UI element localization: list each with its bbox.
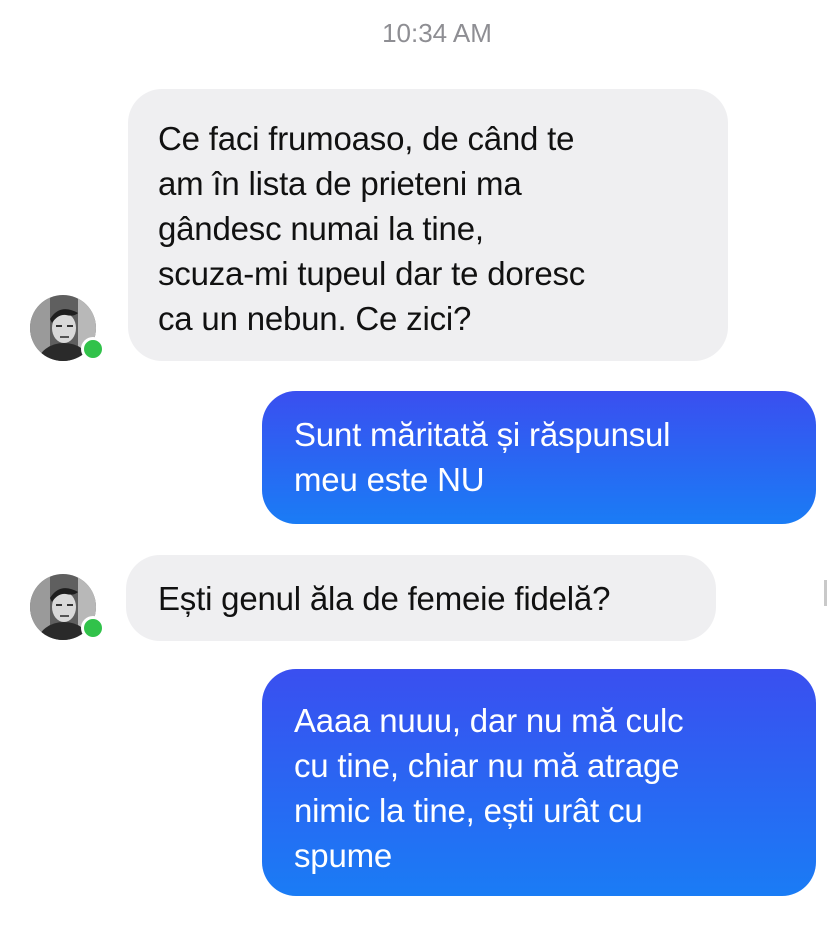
message-line: Ești genul ăla de femeie fidelă? xyxy=(158,580,611,617)
message-line: Aaaa nuuu, dar nu mă culc xyxy=(294,702,684,739)
online-status-icon xyxy=(81,337,105,361)
message-timestamp: 10:34 AM xyxy=(382,18,492,48)
message-line: spume xyxy=(294,837,393,874)
outgoing-message-bubble[interactable]: Aaaa nuuu, dar nu mă culc cu tine, chiar… xyxy=(262,669,816,896)
message-line: cu tine, chiar nu mă atrage xyxy=(294,747,680,784)
message-line: am în lista de prieteni ma xyxy=(158,165,522,202)
online-status-icon xyxy=(81,616,105,640)
message-line: Sunt măritată și răspunsul xyxy=(294,416,671,453)
message-line: ca un nebun. Ce zici? xyxy=(158,300,472,337)
outgoing-message-bubble[interactable]: Sunt măritată și răspunsul meu este NU xyxy=(262,391,816,524)
incoming-message-bubble[interactable]: Ești genul ăla de femeie fidelă? xyxy=(126,555,716,641)
message-line: nimic la tine, ești urât cu xyxy=(294,792,643,829)
contact-avatar[interactable] xyxy=(30,574,105,640)
incoming-message-bubble[interactable]: Ce faci frumoaso, de când te am în lista… xyxy=(128,89,728,361)
message-line: Ce faci frumoaso, de când te xyxy=(158,120,575,157)
message-line: scuza-mi tupeul dar te doresc xyxy=(158,255,586,292)
message-line: gândesc numai la tine, xyxy=(158,210,484,247)
chat-thread: 10:34 AM Ce faci frumoaso, de când te am… xyxy=(0,0,827,939)
contact-avatar[interactable] xyxy=(30,295,105,361)
message-line: meu este NU xyxy=(294,461,485,498)
